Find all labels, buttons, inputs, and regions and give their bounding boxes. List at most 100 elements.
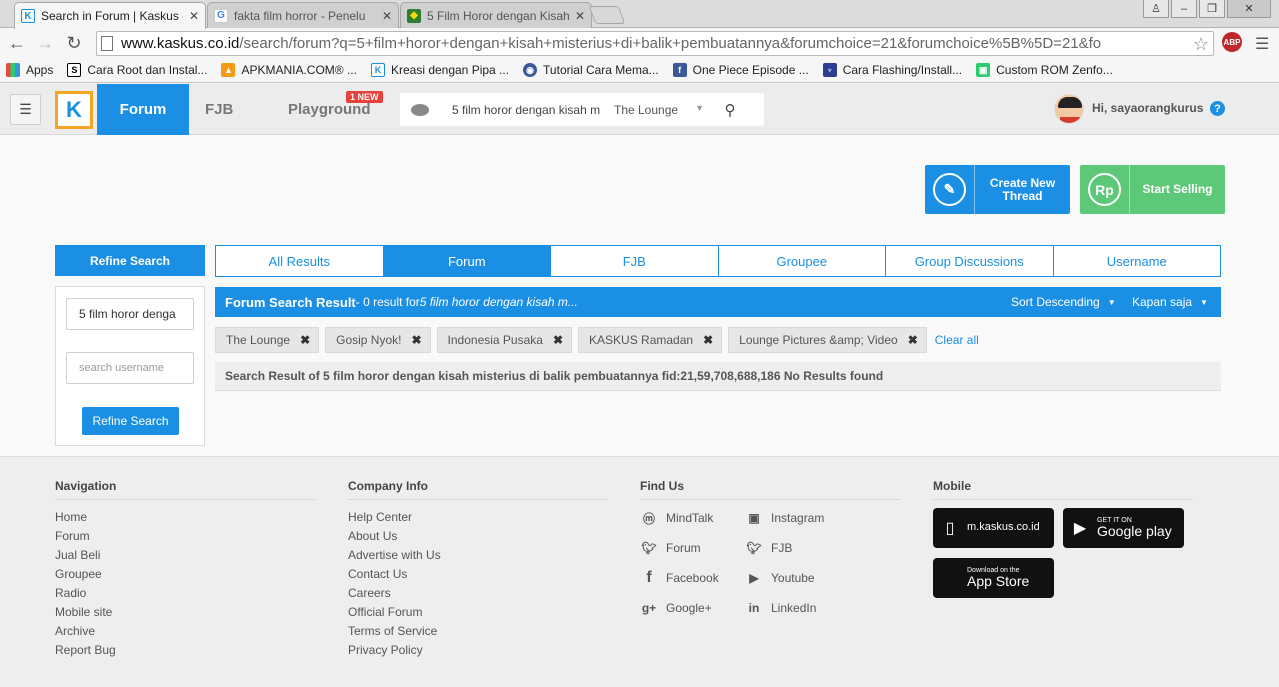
- social-link-youtube[interactable]: ▶ Youtube: [745, 568, 865, 588]
- forward-arrow-icon[interactable]: →: [34, 32, 56, 54]
- new-tab-button[interactable]: [588, 6, 626, 24]
- footer-link-official-forum[interactable]: Official Forum: [348, 603, 608, 622]
- search-scope-select[interactable]: The Lounge ▼: [600, 103, 710, 117]
- tab-forum[interactable]: Forum: [383, 246, 551, 276]
- footer-link-forum[interactable]: Forum: [55, 527, 315, 546]
- chrome-menu-icon[interactable]: ☰: [1255, 34, 1269, 54]
- browser-tab-kaskus-search[interactable]: K Search in Forum | Kaskus - ✕: [14, 2, 206, 29]
- restore-icon[interactable]: ❐: [1199, 0, 1225, 18]
- remove-filter-icon[interactable]: ✖: [411, 333, 421, 347]
- window-close-icon[interactable]: ✕: [1227, 0, 1271, 18]
- instagram-icon: ▣: [748, 511, 760, 525]
- bookmark-item[interactable]: ▣ Custom ROM Zenfo...: [976, 63, 1113, 77]
- footer-link-radio[interactable]: Radio: [55, 584, 315, 603]
- user-profile-icon[interactable]: ♙: [1143, 0, 1169, 18]
- close-icon[interactable]: ✕: [575, 9, 585, 23]
- start-selling-button[interactable]: Rp Start Selling: [1080, 165, 1225, 214]
- refine-query-input[interactable]: 5 film horor denga: [66, 298, 194, 330]
- tab-fjb[interactable]: FJB: [551, 246, 719, 276]
- remove-filter-icon[interactable]: ✖: [553, 333, 563, 347]
- mindtalk-icon: ⓜ: [642, 511, 655, 526]
- social-link-instagram[interactable]: ▣ Instagram: [745, 508, 865, 528]
- tab-group-discussions[interactable]: Group Discussions: [886, 246, 1054, 276]
- create-thread-button[interactable]: ✎ Create New Thread: [925, 165, 1070, 214]
- tab-username[interactable]: Username: [1053, 246, 1220, 276]
- app-store-badge[interactable]: Download on the App Store: [933, 558, 1054, 598]
- bookmark-item[interactable]: ◉ Tutorial Cara Mema...: [523, 63, 659, 77]
- footer-link-mobile-site[interactable]: Mobile site: [55, 603, 315, 622]
- filter-label: KASKUS Ramadan: [589, 333, 694, 347]
- nav-fjb[interactable]: FJB: [205, 84, 233, 135]
- sort-dropdown[interactable]: Sort Descending ▼: [1011, 287, 1116, 317]
- site-footer: Navigation Home Forum Jual Beli Groupee …: [0, 456, 1279, 687]
- bookmark-star-icon[interactable]: ☆: [1193, 34, 1209, 55]
- back-arrow-icon[interactable]: ←: [6, 32, 28, 54]
- refine-search-button[interactable]: Refine Search: [82, 407, 179, 435]
- footer-link-advertise[interactable]: Advertise with Us: [348, 546, 608, 565]
- bookmark-item[interactable]: K Kreasi dengan Pipa ...: [370, 63, 510, 77]
- footer-link-help-center[interactable]: Help Center: [348, 508, 608, 527]
- social-link-twitter-fjb[interactable]: 🐦︎ FJB: [745, 538, 865, 558]
- browser-toolbar: ← → ↻ www.kaskus.co.id/search/forum?q=5+…: [0, 28, 1279, 58]
- reload-icon[interactable]: ↻: [63, 32, 85, 54]
- result-tabs: All Results Forum FJB Groupee Group Disc…: [215, 245, 1221, 277]
- header-search-input[interactable]: 5 film horor dengan kisah m: [440, 103, 600, 117]
- app-store-big: App Store: [967, 573, 1030, 590]
- search-icon[interactable]: ⚲: [710, 101, 750, 119]
- bookmark-apps[interactable]: Apps: [6, 63, 53, 77]
- remove-filter-icon[interactable]: ✖: [908, 333, 918, 347]
- bookmark-item[interactable]: ♆ Cara Flashing/Install...: [822, 63, 962, 77]
- period-dropdown[interactable]: Kapan saja ▼: [1132, 287, 1208, 317]
- footer-link-about-us[interactable]: About Us: [348, 527, 608, 546]
- nav-forum[interactable]: Forum: [97, 84, 189, 135]
- browser-tab-google[interactable]: G fakta film horror - Penelu ✕: [207, 2, 399, 28]
- browser-tab-strip: K Search in Forum | Kaskus - ✕ G fakta f…: [0, 0, 1279, 29]
- user-greeting[interactable]: Hi, sayaorangkurus: [1092, 101, 1203, 115]
- footer-link-groupee[interactable]: Groupee: [55, 565, 315, 584]
- hamburger-menu-icon[interactable]: ☰: [10, 94, 41, 125]
- facebook-icon: f: [646, 569, 652, 586]
- footer-link-jual-beli[interactable]: Jual Beli: [55, 546, 315, 565]
- avatar[interactable]: [1054, 94, 1084, 124]
- footer-link-contact-us[interactable]: Contact Us: [348, 565, 608, 584]
- period-label: Kapan saja: [1132, 295, 1193, 309]
- chevron-down-icon: ▼: [1200, 297, 1208, 307]
- close-icon[interactable]: ✕: [382, 9, 392, 23]
- create-thread-label: Create New Thread: [989, 175, 1056, 203]
- social-link-twitter-forum[interactable]: 🐦︎ Forum: [640, 538, 745, 558]
- site-header: ☰ K Forum FJB Playground 1 NEW 5 film ho…: [0, 84, 1279, 135]
- tab-all-results[interactable]: All Results: [216, 246, 384, 276]
- footer-link-terms[interactable]: Terms of Service: [348, 622, 608, 641]
- help-icon[interactable]: ?: [1210, 101, 1225, 116]
- footer-link-privacy[interactable]: Privacy Policy: [348, 641, 608, 660]
- filter-label: The Lounge: [226, 333, 291, 347]
- footer-link-archive[interactable]: Archive: [55, 622, 315, 641]
- social-link-mindtalk[interactable]: ⓜ MindTalk: [640, 508, 745, 528]
- search-username-input[interactable]: search username: [66, 352, 194, 384]
- footer-link-careers[interactable]: Careers: [348, 584, 608, 603]
- close-icon[interactable]: ✕: [189, 9, 199, 23]
- clear-all-link[interactable]: Clear all: [935, 333, 979, 347]
- adblock-plus-icon[interactable]: ABP: [1222, 32, 1242, 52]
- bookmark-label: Cara Root dan Instal...: [87, 63, 208, 77]
- social-link-facebook[interactable]: f Facebook: [640, 568, 745, 588]
- address-bar[interactable]: www.kaskus.co.id/search/forum?q=5+film+h…: [96, 31, 1214, 56]
- minimize-icon[interactable]: –: [1171, 0, 1197, 18]
- kaskus-logo[interactable]: K: [55, 91, 93, 129]
- footer-link-report-bug[interactable]: Report Bug: [55, 641, 315, 660]
- bookmark-item[interactable]: ▲ APKMANIA.COM® ...: [221, 63, 357, 77]
- google-plus-icon: g+: [641, 601, 657, 615]
- bookmark-item[interactable]: f One Piece Episode ...: [672, 63, 809, 77]
- tab-groupee[interactable]: Groupee: [718, 246, 886, 276]
- bookmark-item[interactable]: S Cara Root dan Instal...: [67, 63, 207, 77]
- browser-tab-film-horor[interactable]: ◆ 5 Film Horor dengan Kisah ✕: [400, 2, 592, 28]
- social-link-linkedin[interactable]: in LinkedIn: [745, 598, 865, 618]
- remove-filter-icon[interactable]: ✖: [703, 333, 713, 347]
- social-label: MindTalk: [666, 511, 714, 525]
- remove-filter-icon[interactable]: ✖: [300, 333, 310, 347]
- footer-link-home[interactable]: Home: [55, 508, 315, 527]
- social-link-google-plus[interactable]: g+ Google+: [640, 598, 745, 618]
- google-play-badge[interactable]: ▶ GET IT ON Google play: [1063, 508, 1184, 548]
- bookmark-label: Kreasi dengan Pipa ...: [390, 63, 510, 77]
- mobile-site-badge[interactable]: ▯ m.kaskus.co.id: [933, 508, 1054, 548]
